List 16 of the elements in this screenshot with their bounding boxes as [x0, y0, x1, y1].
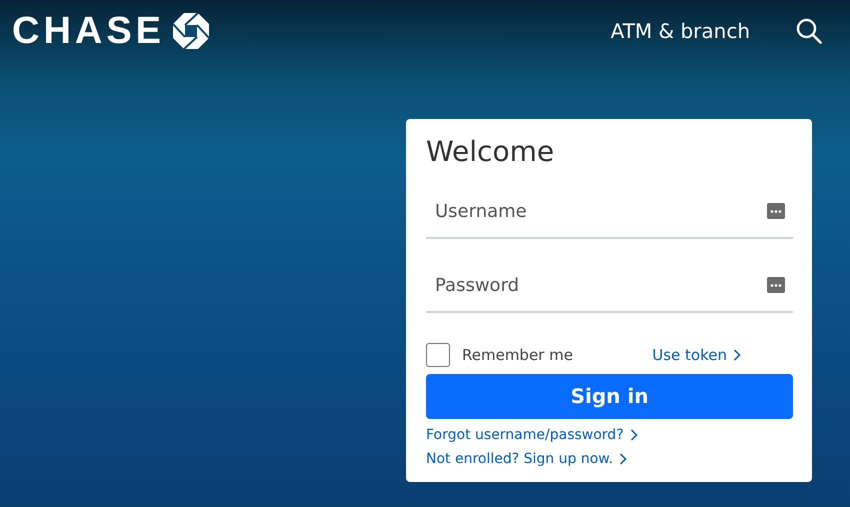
logo-wordmark[interactable]: CHASE [12, 12, 166, 50]
account-link[interactable]: Forgot username/password? [426, 426, 638, 443]
account-link[interactable]: Not enrolled? Sign up now. [426, 450, 627, 467]
welcome-heading: Welcome [426, 135, 556, 169]
sign-in-button[interactable]: Sign in [426, 374, 793, 419]
remember-label: Remember me [462, 346, 573, 364]
chevron-icon [618, 452, 627, 465]
chevron-icon [733, 348, 741, 361]
remember-checkbox[interactable] [426, 342, 450, 367]
chevron-icon [630, 428, 638, 441]
atm-branch-link[interactable]: ATM & branch [610, 19, 750, 43]
ellipsis-icon[interactable] [767, 276, 785, 293]
search-icon[interactable] [796, 18, 822, 44]
use-token-link[interactable]: Use token [652, 346, 741, 364]
octagon-logo-icon [173, 13, 210, 49]
ellipsis-icon[interactable] [767, 202, 785, 219]
